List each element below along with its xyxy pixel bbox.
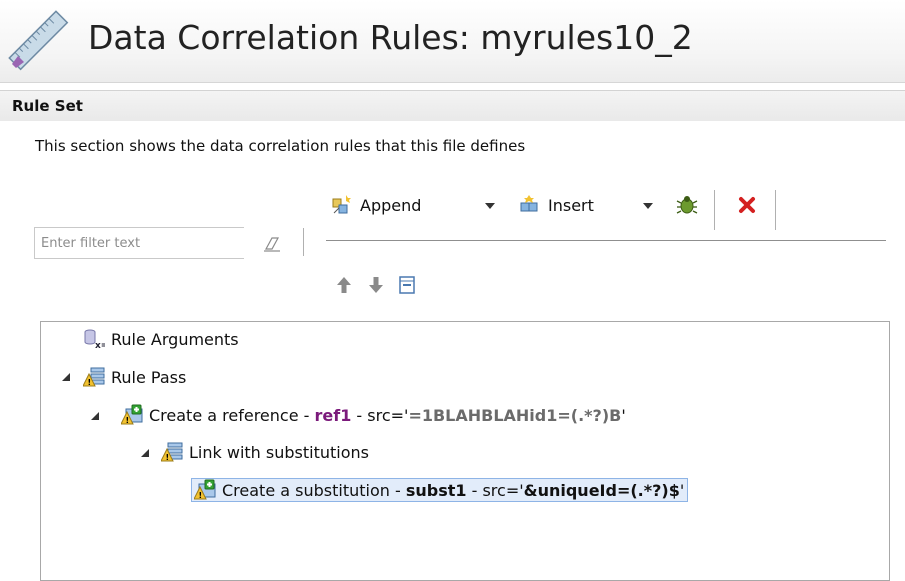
move-down-icon[interactable] <box>365 274 387 296</box>
editor-header: Data Correlation Rules: myrules10_2 <box>0 0 905 83</box>
insert-label: Insert <box>548 195 594 215</box>
clear-filter-icon[interactable] <box>260 233 282 255</box>
svg-text:x=: x= <box>95 341 105 350</box>
section-header: Rule Set <box>0 90 905 121</box>
page-title: Data Correlation Rules: myrules10_2 <box>88 18 693 57</box>
rule-tree[interactable]: x= Rule Arguments ! Rule Pass ! Create a… <box>40 321 890 581</box>
collapse-all-icon[interactable] <box>396 274 418 296</box>
svg-text:!: ! <box>88 378 92 387</box>
tree-item-rule-pass[interactable]: ! Rule Pass <box>83 365 186 389</box>
tree-item-label: Rule Pass <box>111 367 187 387</box>
reference-src: =1BLAHBLAHid1=(.*?)B <box>408 405 622 425</box>
reference-name: ref1 <box>314 405 352 425</box>
link-substitutions-icon: ! <box>161 442 183 462</box>
tree-item-rule-arguments[interactable]: x= Rule Arguments <box>83 327 239 351</box>
append-button[interactable]: Append <box>330 192 421 218</box>
src-prefix: - src=' <box>351 405 409 425</box>
src-prefix: - src=' <box>466 480 524 500</box>
svg-text:!: ! <box>126 416 130 425</box>
tree-item-create-reference[interactable]: ! Create a reference - ref1 - src=' =1BL… <box>121 403 626 427</box>
reference-add-icon: ! <box>121 404 143 425</box>
substitution-src: &uniqueId=(.*?)$ <box>523 480 680 500</box>
insert-dropdown-arrow[interactable] <box>642 201 654 211</box>
section-description: This section shows the data correlation … <box>35 137 526 155</box>
toolbar-divider <box>303 228 304 256</box>
tree-item-label: Create a substitution - <box>222 480 406 500</box>
insert-icon <box>520 195 538 212</box>
tree-item-label: Create a reference - <box>149 405 315 425</box>
append-icon <box>332 195 351 214</box>
svg-text:!: ! <box>199 491 203 500</box>
section-title: Rule Set <box>12 97 83 115</box>
src-suffix: ' <box>679 480 685 500</box>
append-dropdown-arrow[interactable] <box>484 201 496 211</box>
tree-item-link-with-substitutions[interactable]: ! Link with substitutions <box>161 440 369 464</box>
toolbar-divider <box>775 190 776 230</box>
substitution-name: subst1 <box>405 480 467 500</box>
delete-icon[interactable] <box>736 194 758 216</box>
tree-item-label: Link with substitutions <box>189 442 369 462</box>
debug-bug-icon[interactable] <box>676 194 698 216</box>
expand-twisty-icon[interactable] <box>140 448 150 458</box>
toolbar-divider <box>714 190 715 230</box>
src-suffix: ' <box>621 405 626 425</box>
rule-pass-warning-icon: ! <box>83 367 105 387</box>
expand-twisty-icon[interactable] <box>90 411 100 421</box>
substitution-add-icon: ! <box>194 479 216 500</box>
tree-item-label: Rule Arguments <box>111 329 239 349</box>
expand-twisty-icon[interactable] <box>61 372 71 382</box>
rule-arguments-icon: x= <box>84 329 105 350</box>
insert-button[interactable]: Insert <box>518 192 594 218</box>
move-up-icon[interactable] <box>333 274 355 296</box>
svg-text:!: ! <box>166 453 170 462</box>
ruler-pencil-icon <box>8 10 69 71</box>
tree-item-create-substitution[interactable]: ! Create a substitution - subst1 - src='… <box>191 478 689 502</box>
append-label: Append <box>360 195 422 215</box>
filter-input[interactable] <box>34 227 244 259</box>
toolbar-separator <box>326 240 886 241</box>
